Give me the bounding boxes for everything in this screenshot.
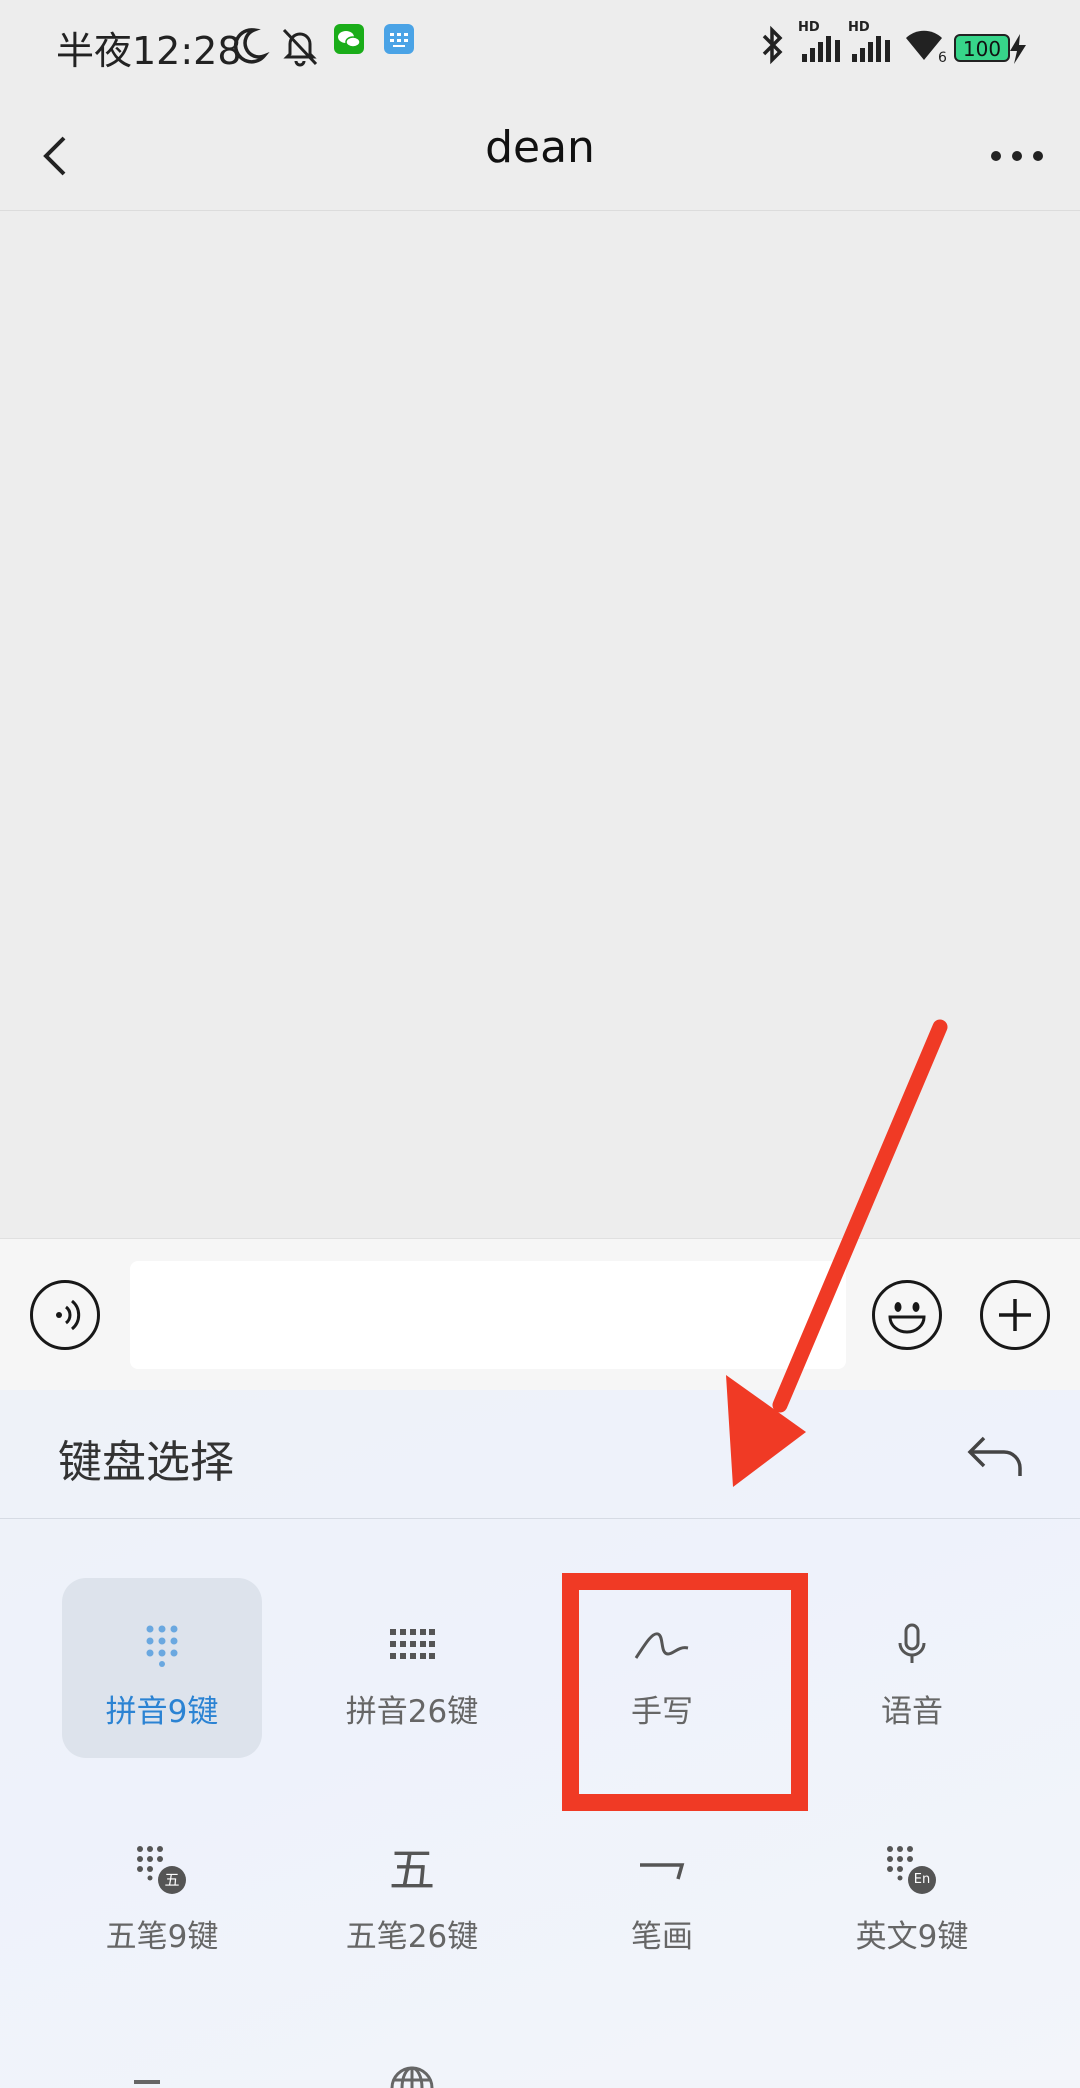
wubi-glyph: 五 (389, 1843, 435, 1897)
plus-icon (999, 1299, 1031, 1331)
wubi-badge: 五 (158, 1866, 186, 1894)
return-arrow-icon[interactable] (964, 1428, 1028, 1484)
status-bar: 半夜12:28 HD HD 6 100 (0, 0, 1080, 100)
battery-icon: 100 (954, 34, 1010, 62)
microphone-icon (812, 1616, 1012, 1674)
keyboard-option-voice[interactable]: 语音 (812, 1578, 1012, 1758)
keyboard-option-label: 拼音26键 (345, 1694, 479, 1730)
english-9-key-icon: En (812, 1841, 1012, 1899)
wubi-9-key-icon: 五 (62, 1841, 262, 1899)
stroke-icon (562, 1841, 762, 1899)
wifi-icon: 6 (904, 30, 950, 70)
keyboard-option-wubi-26[interactable]: 五 五笔26键 (312, 1803, 512, 1983)
emoji-button[interactable] (872, 1280, 942, 1350)
bluetooth-icon (762, 25, 783, 65)
keyboard-option-wubi-9[interactable]: 五 五笔9键 (62, 1803, 262, 1983)
pinyin-9-key-icon (62, 1616, 262, 1674)
keyboard-option-label: 五笔26键 (345, 1919, 479, 1955)
signal-strength-icon: HD (848, 20, 896, 66)
voice-wave-icon (56, 1299, 81, 1331)
chat-header: dean (0, 100, 1080, 211)
keyboard-panel-header: 键盘选择 (0, 1390, 1080, 1519)
keyboard-option-partial-icon (134, 2080, 160, 2084)
keyboard-option-label: 五笔9键 (105, 1919, 219, 1955)
keyboard-option-english-9[interactable]: En 英文9键 (812, 1803, 1012, 1983)
voice-input-button[interactable] (30, 1280, 100, 1350)
pinyin-26-key-icon (312, 1616, 512, 1674)
keyboard-panel-title: 键盘选择 (58, 1437, 234, 1488)
keyboard-option-stroke[interactable]: 笔画 (562, 1803, 762, 1983)
wubi-26-key-icon: 五 (312, 1841, 512, 1899)
chat-title: dean (485, 122, 595, 173)
do-not-disturb-moon-icon (233, 28, 270, 64)
wechat-app-icon (334, 24, 364, 54)
more-functions-button[interactable] (980, 1280, 1050, 1350)
muted-bell-icon (282, 28, 318, 67)
keyboard-option-label: 英文9键 (855, 1919, 969, 1955)
globe-icon (390, 2066, 434, 2088)
english-badge: En (908, 1866, 936, 1894)
keyboard-option-label: 语音 (881, 1694, 943, 1730)
message-text-input[interactable] (130, 1261, 846, 1369)
status-time: 半夜12:28 (56, 29, 242, 73)
chat-input-bar (0, 1238, 1080, 1391)
annotation-highlight-box (562, 1573, 808, 1811)
keyboard-option-label: 笔画 (631, 1919, 693, 1955)
message-list[interactable] (0, 211, 1080, 1238)
emoji-face-icon (888, 1302, 926, 1334)
keyboard-app-icon (384, 24, 414, 54)
signal-strength-icon: HD (798, 20, 846, 66)
charging-bolt-icon (1010, 34, 1026, 64)
keyboard-option-pinyin-9[interactable]: 拼音9键 (62, 1578, 262, 1758)
keyboard-option-label: 拼音9键 (105, 1694, 219, 1730)
keyboard-selection-panel: 键盘选择 拼音9键 拼音26键 手写 语音 五 五笔9键 五 五笔26键 笔画 … (0, 1390, 1080, 2088)
keyboard-option-pinyin-26[interactable]: 拼音26键 (312, 1578, 512, 1758)
more-options-icon[interactable] (982, 120, 1052, 190)
